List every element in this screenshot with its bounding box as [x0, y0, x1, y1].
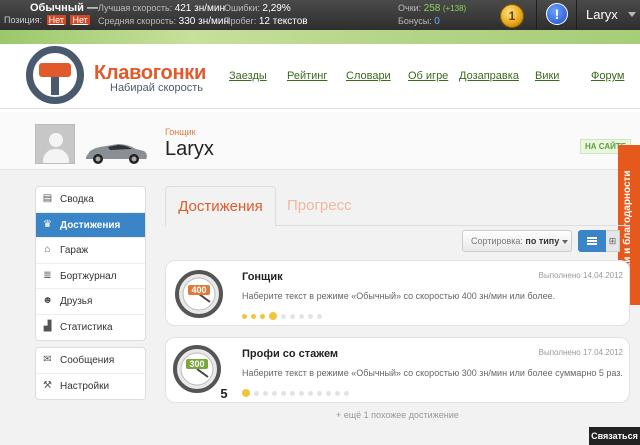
points: Очки: 258 (+138)	[398, 3, 467, 14]
tab-bar: Достижения Прогресс	[165, 186, 630, 227]
progress-dot	[317, 391, 322, 396]
avatar[interactable]	[35, 124, 75, 164]
progress-dot	[269, 312, 277, 320]
progress-dot	[299, 391, 304, 396]
sidebar-menu-secondary: ✉ Сообщения ⚒ Настройки	[35, 347, 146, 400]
progress-dot	[263, 391, 268, 396]
alert-icon[interactable]: !	[546, 3, 568, 25]
sidebar-menu: ▤ Сводка ♛ Достижения ⌂ Гараж ≣ Бортжурн…	[35, 186, 146, 341]
list-view-button[interactable]	[578, 230, 606, 252]
sort-dropdown[interactable]: Сортировка: по типу	[462, 230, 572, 252]
user-role: Гонщик	[165, 127, 196, 137]
progress-dot	[335, 391, 340, 396]
sidebar-item-stats[interactable]: ▟ Статистика	[36, 315, 145, 341]
progress-dot	[272, 391, 277, 396]
achievement-date: Выполнено 14.04.2012	[538, 271, 623, 280]
car-icon[interactable]	[84, 139, 148, 165]
stats-icon: ▟	[43, 320, 52, 332]
logo-subtitle: Набирай скорость	[110, 82, 204, 94]
nav-rating[interactable]: Рейтинг	[287, 70, 327, 82]
badge-value: 300	[189, 359, 204, 369]
grid-view-button[interactable]: ⊞	[606, 230, 620, 252]
progress-dot	[281, 391, 286, 396]
progress-dot	[290, 391, 295, 396]
achievement-title: Профи со стажем	[242, 348, 339, 360]
top-bar: Обычный — Позиция: Нет Нет Лучшая скорос…	[0, 0, 640, 30]
friends-icon: ☻	[42, 295, 53, 306]
sidebar-item-messages[interactable]: ✉ Сообщения	[36, 348, 145, 374]
progress-dot	[242, 314, 247, 319]
badge-count: 5	[220, 386, 227, 401]
progress-dot	[308, 391, 313, 396]
summary-icon: ▤	[42, 193, 53, 204]
progress-dot	[317, 314, 322, 319]
speedometer-badge-icon: 300 5	[173, 345, 228, 401]
progress-dot	[326, 391, 331, 396]
level-coin-icon[interactable]: 1	[500, 4, 524, 28]
speedometer-badge-icon: 400	[175, 270, 223, 318]
sidebar-item-garage[interactable]: ⌂ Гараж	[36, 238, 145, 264]
more-achievements-link[interactable]: + ещё 1 похожее достижение	[336, 410, 459, 420]
nav-refuel[interactable]: Дозаправка	[459, 70, 519, 82]
progress-dot	[299, 314, 304, 319]
nav-forum[interactable]: Форум	[591, 70, 624, 82]
profile-name: Laryx	[165, 138, 214, 160]
achievement-card[interactable]: 400 Гонщик Выполнено 14.04.2012 Наберите…	[165, 260, 630, 326]
bonus: Бонусы: 0	[398, 16, 440, 27]
site-header: Клавогонки Набирай скорость Заезды Рейти…	[0, 30, 640, 112]
wrench-icon: ⚒	[43, 379, 52, 391]
trophy-icon: ♛	[43, 218, 52, 230]
best-speed: Лучшая скорость: 421 зн/мин	[98, 3, 226, 14]
progress-dot	[344, 391, 349, 396]
sidebar-item-friends[interactable]: ☻ Друзья	[36, 289, 145, 315]
tab-progress[interactable]: Прогресс	[287, 197, 352, 214]
garage-icon: ⌂	[44, 244, 51, 255]
position-answer-2[interactable]: Нет	[70, 15, 90, 25]
nav-dictionaries[interactable]: Словари	[346, 70, 391, 82]
logo-wheel-icon[interactable]	[26, 46, 84, 104]
nav-wiki[interactable]: Вики	[535, 70, 559, 82]
progress-dot	[281, 314, 286, 319]
sidebar-item-summary[interactable]: ▤ Сводка	[36, 187, 145, 213]
position-row: Позиция: Нет Нет	[4, 15, 90, 25]
progress-dot	[308, 314, 313, 319]
chevron-down-icon	[562, 239, 569, 244]
profile-header: Гонщик Laryx НА САЙТЕ	[0, 112, 640, 170]
sidebar-item-achievements[interactable]: ♛ Достижения	[36, 212, 145, 238]
tab-achievements[interactable]: Достижения	[165, 186, 276, 227]
errors: Ошибки: 2,29%	[224, 3, 291, 14]
progress-dot	[290, 314, 295, 319]
achievement-desc: Наберите текст в режиме «Обычный» со ско…	[242, 368, 623, 378]
chevron-down-icon[interactable]	[628, 12, 636, 17]
achievement-card[interactable]: 300 5 Профи со стажем Выполнено 17.04.20…	[165, 337, 630, 403]
avg-speed: Средняя скорость: 330 зн/мин	[98, 16, 230, 27]
envelope-icon: ✉	[43, 354, 52, 365]
journal-icon: ≣	[43, 269, 52, 281]
contact-button[interactable]: Связаться	[589, 427, 640, 445]
progress-dot	[242, 389, 250, 397]
position-answer-1[interactable]: Нет	[46, 15, 66, 25]
progress-dot	[251, 314, 256, 319]
mileage: Пробег: 12 текстов	[224, 16, 308, 27]
progress-dot	[254, 391, 259, 396]
nav-races[interactable]: Заезды	[229, 70, 267, 82]
progress-dot	[260, 314, 265, 319]
achievement-title: Гонщик	[242, 271, 283, 283]
badge-value: 400	[191, 285, 206, 295]
achievement-date: Выполнено 17.04.2012	[538, 348, 623, 357]
achievement-desc: Наберите текст в режиме «Обычный» со ско…	[242, 291, 556, 301]
mode-name[interactable]: Обычный —	[30, 2, 98, 14]
nav-about[interactable]: Об игре	[408, 70, 448, 82]
sidebar-item-journal[interactable]: ≣ Бортжурнал	[36, 264, 145, 289]
sidebar-item-settings[interactable]: ⚒ Настройки	[36, 374, 145, 400]
user-menu[interactable]: Laryx	[586, 7, 618, 22]
